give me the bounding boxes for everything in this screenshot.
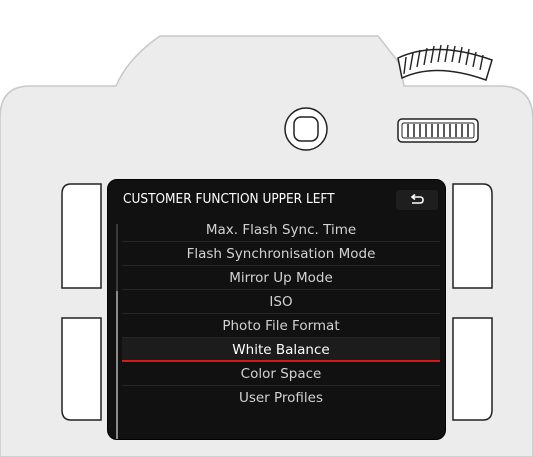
lower-left-button[interactable] (61, 317, 102, 421)
back-arrow-icon (410, 194, 424, 204)
joystick-button[interactable] (284, 107, 328, 151)
menu-item-white-balance[interactable]: White Balance (122, 338, 440, 362)
menu-item-iso[interactable]: ISO (122, 290, 440, 314)
scroll-thumb[interactable] (116, 291, 118, 439)
lower-right-button[interactable] (452, 317, 493, 421)
menu-item-mirror-up-mode[interactable]: Mirror Up Mode (122, 266, 440, 290)
menu-item-flash-synchronisation-mode[interactable]: Flash Synchronisation Mode (122, 242, 440, 266)
menu-item-color-space[interactable]: Color Space (122, 362, 440, 386)
upper-right-button[interactable] (452, 183, 493, 289)
top-dial[interactable] (397, 44, 493, 81)
back-button[interactable] (396, 190, 438, 210)
scrollbar[interactable] (116, 224, 118, 439)
thumbwheel[interactable] (397, 118, 479, 143)
menu-item-user-profiles[interactable]: User Profiles (122, 386, 440, 410)
menu-item-max-flash-sync-time[interactable]: Max. Flash Sync. Time (122, 218, 440, 242)
menu-list: Max. Flash Sync. Time Flash Synchronisat… (122, 218, 440, 410)
menu-item-photo-file-format[interactable]: Photo File Format (122, 314, 440, 338)
lcd-screen: CUSTOMER FUNCTION UPPER LEFT Max. Flash … (107, 179, 446, 440)
menu-title: CUSTOMER FUNCTION UPPER LEFT (123, 191, 335, 207)
menu-header: CUSTOMER FUNCTION UPPER LEFT (108, 180, 445, 216)
upper-left-button[interactable] (61, 183, 102, 289)
